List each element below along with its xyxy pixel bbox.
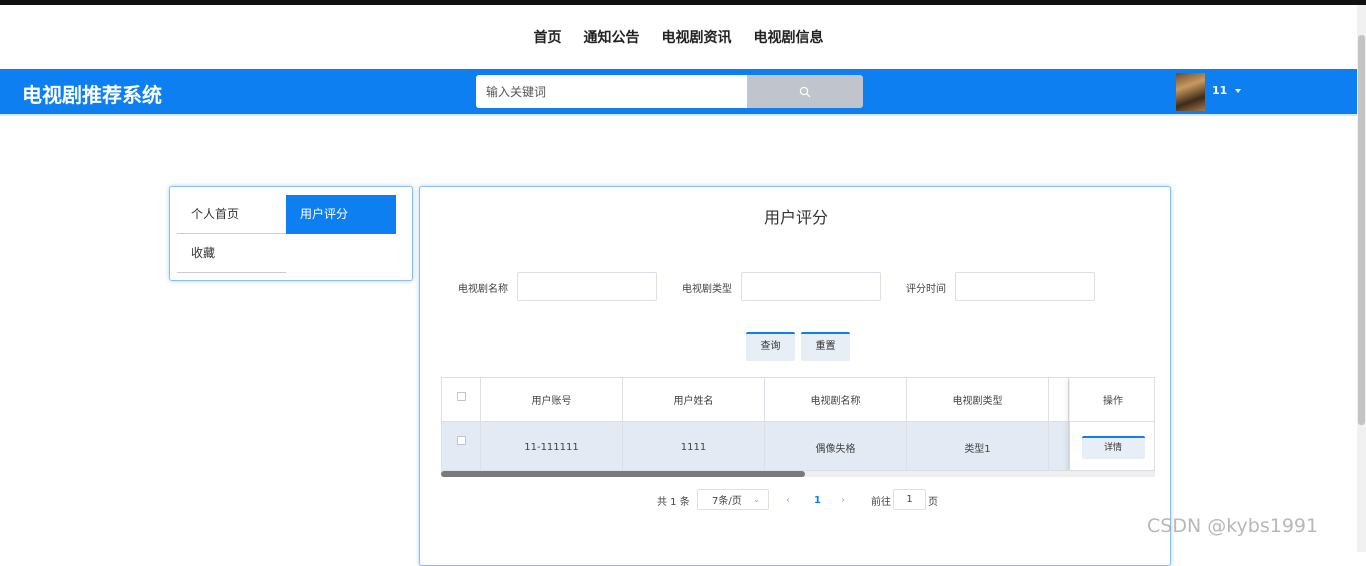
filter-input-rating-time[interactable] [955, 272, 1095, 301]
panel-title: 用户评分 [763, 208, 828, 227]
row-checkbox[interactable] [456, 436, 466, 445]
current-page[interactable]: 1 [814, 489, 821, 511]
filter-input-tv-type[interactable] [741, 272, 881, 301]
table-header-row: 用户账号 用户姓名 电视剧名称 电视剧类型 [442, 378, 1154, 422]
nav-notices[interactable]: 通知公告 [584, 27, 640, 47]
col-header-tv-name[interactable]: 电视剧名称 [765, 378, 907, 421]
top-nav: 首页 通知公告 电视剧资讯 电视剧信息 [0, 5, 1357, 69]
chevron-down-icon: ⌄ [753, 495, 760, 504]
goto-prefix: 前往 [871, 496, 891, 508]
nav-tv-info[interactable]: 电视剧信息 [754, 27, 824, 47]
search-icon [799, 86, 811, 97]
cell-overflow [1049, 422, 1069, 470]
next-page-icon[interactable]: › [841, 489, 845, 511]
search-box [476, 75, 863, 108]
goto-suffix: 页 [928, 496, 938, 508]
filter-label-rating-time: 评分时间 [906, 284, 946, 295]
page-scrollbar-thumb[interactable] [1358, 35, 1365, 425]
prev-page-icon[interactable]: ‹ [786, 489, 790, 511]
action-cell: 详情 [1070, 422, 1154, 470]
reset-button[interactable]: 重置 [801, 332, 850, 361]
search-button[interactable] [747, 75, 863, 108]
col-header-action: 操作 [1070, 378, 1154, 422]
header-bar: 电视剧推荐系统 11 [0, 69, 1357, 114]
header-divider [0, 114, 1357, 116]
filter-label-tv-type: 电视剧类型 [682, 284, 732, 295]
ratings-table: 用户账号 用户姓名 电视剧名称 电视剧类型 11-111111 1111 偶像失… [441, 377, 1155, 471]
col-header-account[interactable]: 用户账号 [481, 378, 623, 421]
filter-input-tv-name[interactable] [517, 272, 657, 301]
col-header-tv-type[interactable]: 电视剧类型 [907, 378, 1049, 421]
query-button[interactable]: 查询 [746, 332, 795, 361]
cell-account: 11-111111 [481, 422, 623, 470]
side-menu: 个人首页 用户评分 收藏 [169, 186, 413, 281]
page-scrollbar[interactable] [1357, 5, 1366, 552]
page-size-value: 7条/页 [712, 496, 742, 507]
col-header-overflow [1049, 378, 1069, 421]
select-all-cell [442, 378, 481, 421]
detail-button[interactable]: 详情 [1081, 435, 1145, 459]
goto-page-input[interactable]: 1 [893, 489, 926, 510]
cell-tv-name: 偶像失格 [765, 422, 907, 470]
search-input[interactable] [476, 75, 747, 108]
page-size-select[interactable]: 7条/页 ⌄ [697, 489, 769, 510]
fixed-action-column: 操作 详情 [1070, 378, 1154, 470]
nav-home[interactable]: 首页 [534, 27, 562, 47]
side-menu-item-favorites[interactable]: 收藏 [177, 234, 286, 273]
pagination-total: 共 1 条 [657, 496, 690, 508]
cell-name: 1111 [623, 422, 765, 470]
table-row[interactable]: 11-111111 1111 偶像失格 类型1 [442, 422, 1154, 470]
ratings-panel: 用户评分 电视剧名称 电视剧类型 评分时间 查询 重置 用户账号 用户姓名 电视… [419, 186, 1171, 566]
user-avatar[interactable] [1176, 73, 1205, 111]
side-menu-item-ratings[interactable]: 用户评分 [286, 195, 396, 234]
table-scrollbar-thumb[interactable] [441, 471, 805, 477]
row-select-cell [442, 422, 481, 470]
cell-tv-type: 类型1 [907, 422, 1049, 470]
chevron-down-icon[interactable] [1235, 89, 1241, 93]
select-all-checkbox[interactable] [456, 392, 466, 401]
filter-label-tv-name: 电视剧名称 [458, 284, 508, 295]
watermark: CSDN @kybs1991 [1147, 515, 1319, 537]
table-horizontal-scrollbar[interactable] [441, 471, 1155, 477]
side-menu-item-profile[interactable]: 个人首页 [177, 195, 286, 234]
nav-tv-news[interactable]: 电视剧资讯 [662, 27, 732, 47]
col-header-name[interactable]: 用户姓名 [623, 378, 765, 421]
site-title: 电视剧推荐系统 [22, 83, 162, 107]
username[interactable]: 11 [1212, 84, 1227, 97]
